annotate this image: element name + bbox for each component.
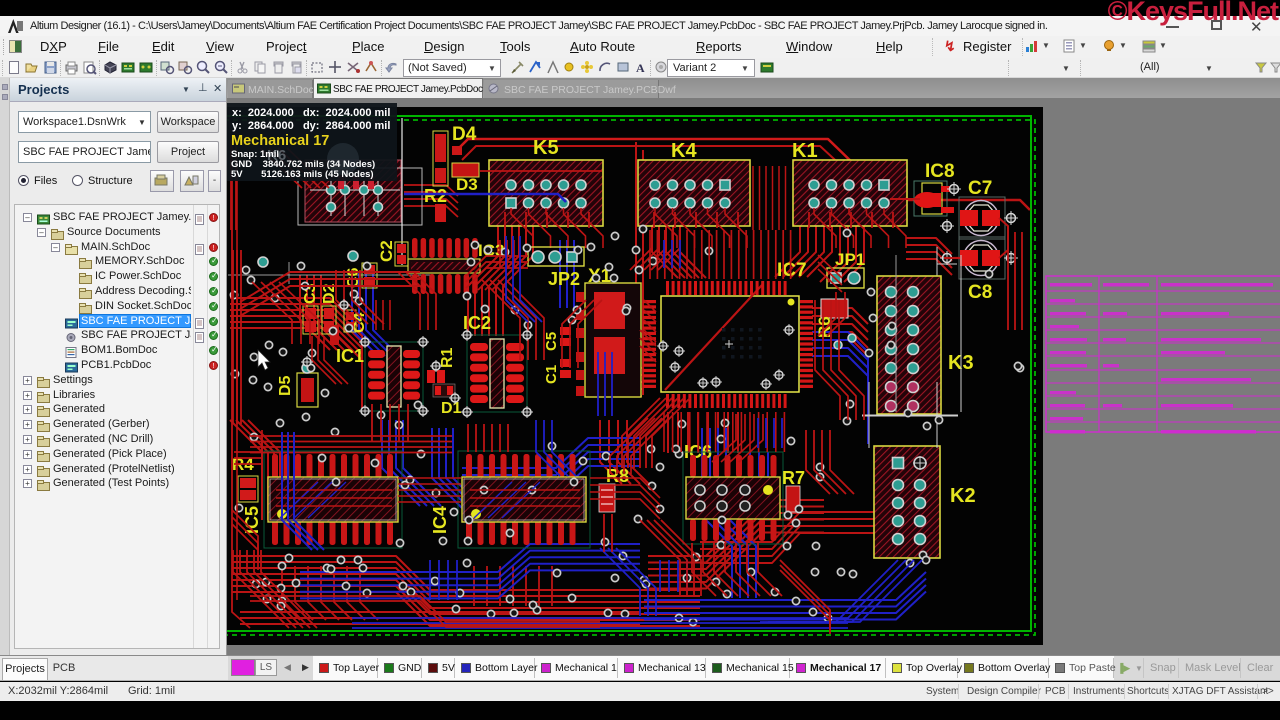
svg-text:IC8: IC8 xyxy=(925,161,955,182)
svg-text:IC7: IC7 xyxy=(777,260,807,281)
svg-text:K4: K4 xyxy=(671,140,697,162)
svg-text:K1: K1 xyxy=(792,140,818,162)
svg-text:C7: C7 xyxy=(968,178,992,199)
svg-text:R1: R1 xyxy=(439,347,456,368)
svg-text:C2: C2 xyxy=(377,240,396,262)
svg-text:D1: D1 xyxy=(441,400,462,417)
svg-text:K5: K5 xyxy=(533,137,559,159)
svg-text:C5: C5 xyxy=(543,332,560,351)
svg-text:R7: R7 xyxy=(782,468,805,488)
svg-text:JP1: JP1 xyxy=(835,250,865,269)
svg-text:C8: C8 xyxy=(968,282,992,303)
svg-text:IC1: IC1 xyxy=(336,346,364,366)
svg-text:A: A xyxy=(636,61,645,75)
svg-text:JP2: JP2 xyxy=(548,269,580,289)
svg-text:C1: C1 xyxy=(543,365,560,384)
svg-text:IC4: IC4 xyxy=(430,506,450,534)
svg-text:D4: D4 xyxy=(452,124,477,145)
svg-text:K2: K2 xyxy=(950,485,976,507)
svg-text:R2: R2 xyxy=(424,186,447,206)
svg-text:D5: D5 xyxy=(277,375,294,396)
svg-text:D3: D3 xyxy=(456,175,478,194)
